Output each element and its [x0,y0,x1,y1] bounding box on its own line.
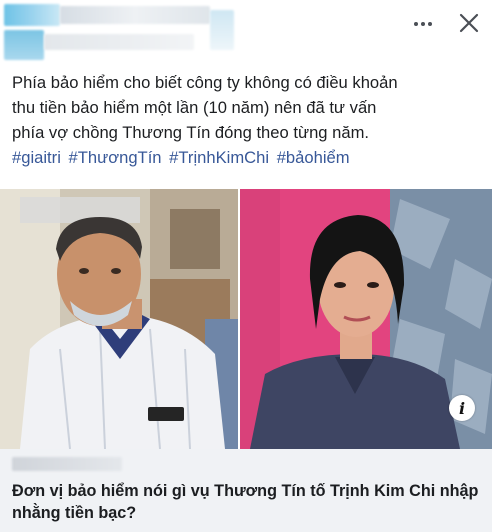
post-body-line: thu tiền bảo hiểm một lần (10 năm) nên đ… [12,98,377,117]
hashtag-link[interactable]: #bảohiểm [277,148,350,167]
post-header [0,0,492,62]
info-button[interactable]: i [449,395,475,421]
close-icon [459,13,479,33]
blur-smudge [210,10,234,50]
avatar-blurred[interactable] [4,4,60,26]
link-preview-image[interactable]: i [0,189,492,449]
close-button[interactable] [456,10,482,36]
link-title[interactable]: Đơn vị bảo hiểm nói gì vụ Thương Tín tố … [12,480,482,524]
author-name-blurred[interactable] [60,6,210,24]
post-meta-blurred [44,34,194,50]
hashtag-link[interactable]: #giaitri [12,148,61,167]
man-photo [0,189,240,449]
more-dot [421,22,425,26]
hashtag-link[interactable]: #TrịnhKimChi [169,148,269,167]
more-horizontal-icon [414,22,418,26]
link-domain-blurred [12,457,122,471]
info-icon: i [458,398,466,418]
post-body-line: Phía bảo hiểm cho biết công ty không có … [12,73,398,92]
hashtag-link[interactable]: #ThươngTín [69,148,162,167]
more-options-button[interactable] [410,14,436,34]
more-dot [428,22,432,26]
left-photo [0,189,240,449]
post-body: Phía bảo hiểm cho biết công ty không có … [12,70,482,170]
post-body-line: phía vợ chồng Thương Tín đóng theo từng … [12,123,370,142]
avatar-blurred-lower [4,30,44,60]
hashtag-list: #giaitri #ThươngTín #TrịnhKimChi #bảohiể… [12,145,482,170]
link-preview[interactable]: Đơn vị bảo hiểm nói gì vụ Thương Tín tố … [0,449,492,532]
